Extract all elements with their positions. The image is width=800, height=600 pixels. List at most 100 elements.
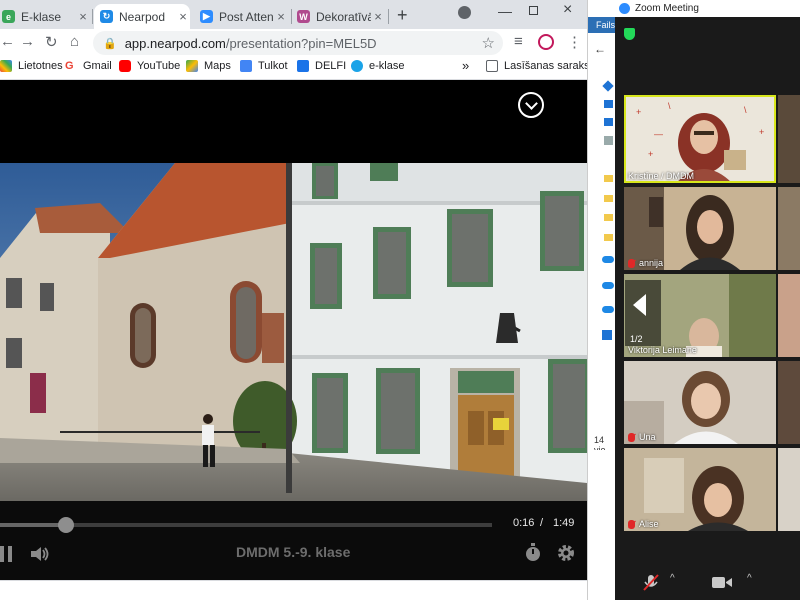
bookmark-maps[interactable]: Maps [186, 60, 231, 72]
explorer-title: Fails [588, 17, 616, 33]
translate-icon [240, 60, 252, 72]
back-icon[interactable]: ← [0, 33, 15, 50]
previous-page-button[interactable]: 1/2 [625, 280, 661, 346]
bookmark-tulkot[interactable]: Tulkot [240, 60, 288, 72]
address-bar[interactable]: 🔒 app.nearpod.com/presentation?pin=MEL5D… [93, 31, 503, 55]
mic-muted-icon [628, 432, 635, 442]
bookmark-star-icon[interactable]: ☆ [482, 34, 495, 52]
audio-options-chevron-icon[interactable]: ^ [670, 573, 675, 584]
seek-bar[interactable] [0, 517, 492, 533]
pause-icon[interactable] [0, 546, 14, 562]
shield-icon[interactable] [624, 28, 635, 40]
bookmark-label: Gmail [83, 60, 112, 72]
tab-title: Nearpod [119, 9, 166, 24]
folder-icon[interactable] [604, 195, 613, 202]
chevron-left-icon [633, 294, 646, 316]
participant-tile[interactable] [778, 187, 800, 270]
participant-tile[interactable]: Una [624, 361, 776, 444]
bookmark-gmail[interactable]: G Gmail [65, 60, 112, 72]
participant-name-label: annija [628, 258, 663, 268]
reload-icon[interactable]: ↻ [45, 33, 58, 51]
bookmark-eklase[interactable]: e-klase [351, 60, 404, 72]
desktop: e E-klase × ↻ Nearpod × ▶ Post Attendee … [0, 0, 800, 600]
home-icon[interactable]: ⌂ [70, 33, 79, 50]
bookmark-delfi[interactable]: DELFI [297, 60, 346, 72]
profile-avatar-icon[interactable] [538, 34, 554, 50]
participant-tile[interactable] [778, 274, 800, 357]
participant-name-label: Viktorija Leimane [628, 345, 697, 355]
participant-tile[interactable]: Alise [624, 448, 776, 531]
more-bookmarks-icon[interactable]: » [462, 58, 469, 73]
apps-grid-icon [0, 60, 12, 72]
video-title: DMDM 5.-9. klase [236, 544, 351, 560]
tab-eklase[interactable]: e E-klase × [0, 4, 90, 29]
eklase-favicon-icon: e [2, 10, 15, 23]
seek-thumb[interactable] [58, 517, 75, 533]
volume-icon[interactable] [30, 545, 50, 563]
page-indicator: 1/2 [630, 334, 643, 344]
browser-toolbar: ← → ↻ ⌂ 🔒 app.nearpod.com/presentation?p… [0, 29, 587, 56]
bookmark-label: Tulkot [258, 60, 288, 72]
nearpod-video-player: 0:16 / 1:49 DMDM 5.-9. klase [0, 80, 587, 580]
back-icon[interactable]: ← [594, 42, 606, 56]
participant-tile[interactable] [778, 361, 800, 444]
site-favicon-icon: W [297, 10, 310, 23]
explorer-content [588, 450, 616, 600]
onedrive-icon[interactable] [602, 306, 614, 313]
chevron-down-icon[interactable] [518, 92, 544, 118]
svg-text:+: + [759, 127, 764, 137]
tab-search-icon[interactable] [458, 6, 471, 19]
bookmark-label: DELFI [315, 60, 347, 72]
participant-tile[interactable]: + — + \ + \ Kristīne / DMDM [624, 95, 776, 183]
onedrive-icon[interactable] [602, 282, 614, 289]
download-folder-icon[interactable] [604, 100, 613, 108]
reading-list-icon [486, 60, 498, 72]
tab-dekorativas[interactable]: W Dekoratīvās × [295, 4, 385, 29]
time-current: 0:16 [513, 517, 535, 529]
menu-icon[interactable]: ⋮ [567, 33, 582, 51]
tab-title: Dekoratīvās [316, 9, 371, 24]
close-icon[interactable]: × [176, 9, 190, 24]
youtube-icon [119, 60, 131, 72]
bookmark-youtube[interactable]: YouTube [119, 60, 180, 72]
video-frame[interactable] [0, 163, 587, 501]
zoom-window-title: Zoom Meeting [635, 3, 699, 14]
mute-microphone-icon[interactable] [643, 574, 659, 592]
maps-icon [186, 60, 198, 72]
folder-icon[interactable] [604, 214, 613, 221]
tab-post-attendee[interactable]: ▶ Post Attendee × [196, 4, 288, 29]
minimize-icon[interactable]: — [498, 3, 512, 19]
bookmark-apps[interactable]: Lietotnes [0, 60, 63, 72]
close-window-icon[interactable]: × [563, 1, 572, 19]
participant-tile[interactable]: annija [624, 187, 776, 270]
pictures-folder-icon[interactable] [604, 136, 613, 145]
onedrive-icon[interactable] [602, 256, 614, 263]
folder-icon[interactable] [604, 234, 613, 241]
bookmark-label: Lietotnes [18, 60, 63, 72]
new-tab-icon[interactable]: + [397, 5, 408, 26]
url-path: /presentation?pin=MEL5D [225, 35, 377, 51]
stopwatch-icon[interactable] [524, 543, 542, 563]
file-explorer-window: Fails ← 14 vie [587, 0, 616, 600]
quick-access-icon[interactable] [602, 80, 614, 92]
bookmarks-bar: Lietotnes G Gmail YouTube Maps Tulkot DEL… [0, 56, 587, 80]
reading-list[interactable]: Lasīšanas saraksts [486, 60, 587, 72]
close-icon[interactable]: × [76, 9, 90, 24]
video-camera-icon[interactable] [712, 576, 732, 589]
tab-nearpod[interactable]: ↻ Nearpod × [94, 4, 190, 29]
close-icon[interactable]: × [371, 9, 385, 24]
delfi-icon [297, 60, 309, 72]
media-control-icon[interactable]: ≡ [514, 33, 523, 50]
zoom-control-bar: ^ ^ [615, 565, 800, 600]
close-icon[interactable]: × [274, 9, 288, 24]
nearpod-favicon-icon: ↻ [100, 10, 113, 23]
this-pc-icon[interactable] [602, 330, 612, 340]
documents-folder-icon[interactable] [604, 118, 613, 126]
gear-icon[interactable] [556, 543, 576, 563]
participant-tile[interactable] [778, 448, 800, 531]
folder-icon[interactable] [604, 175, 613, 182]
forward-icon[interactable]: → [20, 33, 35, 50]
participant-tile[interactable] [778, 95, 800, 183]
video-options-chevron-icon[interactable]: ^ [747, 573, 752, 584]
maximize-icon[interactable] [529, 6, 538, 15]
